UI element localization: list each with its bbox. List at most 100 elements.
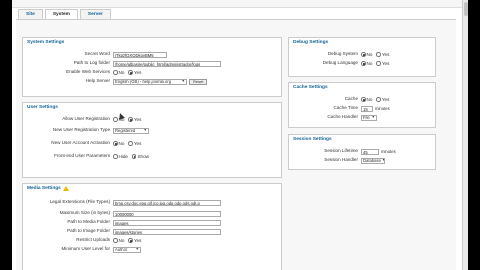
- cache-no[interactable]: No: [361, 97, 372, 102]
- secret-word-row: Secret Word iTkpzfQXQDkoyBM5: [27, 50, 277, 59]
- radio-label: Hide: [118, 154, 128, 159]
- session-handler-label: Session Handler: [324, 157, 358, 163]
- session-handler-value: Database: [363, 158, 381, 163]
- debug-system-no[interactable]: No: [361, 52, 372, 57]
- account-activation-yes[interactable]: Yes: [128, 141, 141, 146]
- radio-button[interactable]: [131, 154, 137, 159]
- help-server-row: Help Server English (GB) - help.joomla.o…: [27, 77, 277, 86]
- log-path-field[interactable]: /home/albasire/public_html/administrador…: [113, 60, 221, 67]
- session-lifetime-unit: minutes: [381, 149, 396, 154]
- tab-site[interactable]: Site: [18, 9, 43, 19]
- debug-settings-box: Debug Settings Debug System No Yes Debug…: [288, 37, 436, 77]
- radio-button[interactable]: [113, 238, 118, 243]
- legal-extensions-row: Legal Extensions (File Types) bmp,csv,do…: [27, 196, 277, 209]
- allow-registration-yes[interactable]: Yes: [128, 117, 141, 122]
- max-size-field[interactable]: 10000000: [113, 210, 221, 217]
- web-services-label: Enable Web Services: [66, 69, 110, 75]
- media-settings-title: Media Settings: [27, 186, 61, 191]
- web-services-yes[interactable]: Yes: [128, 70, 141, 75]
- radio-button[interactable]: [113, 154, 118, 159]
- cache-time-unit: minutes: [375, 106, 390, 111]
- session-handler-select[interactable]: Database▼: [361, 157, 385, 164]
- restrict-uploads-no[interactable]: No: [113, 238, 124, 243]
- web-services-no[interactable]: No: [113, 70, 124, 75]
- max-size-row: Maximum Size (in bytes) 10000000: [27, 209, 277, 218]
- debug-system-label: Debug System: [327, 51, 358, 57]
- cache-yes[interactable]: Yes: [376, 97, 389, 102]
- radio-button[interactable]: [376, 61, 381, 66]
- radio-button[interactable]: [361, 61, 366, 66]
- radio-button[interactable]: [128, 117, 133, 122]
- chevron-down-icon: ▼: [371, 115, 375, 120]
- tab-server[interactable]: Server: [79, 9, 111, 19]
- radio-button[interactable]: [361, 97, 366, 102]
- debug-system-row: Debug System No Yes: [293, 50, 431, 59]
- legal-extensions-field[interactable]: bmp,csv,doc,epg,gif,ico,jpg,odg,odp,ods,…: [113, 199, 221, 206]
- radio-label: Yes: [133, 117, 142, 122]
- warning-icon: [62, 186, 69, 191]
- radio-button[interactable]: [113, 141, 118, 146]
- reset-button[interactable]: Reset: [189, 78, 208, 85]
- debug-system-yes[interactable]: Yes: [376, 52, 389, 57]
- image-folder-field[interactable]: images/stories: [113, 228, 221, 235]
- radio-button[interactable]: [376, 52, 381, 57]
- session-settings-title: Session Settings: [293, 137, 332, 142]
- secret-word-field[interactable]: iTkpzfQXQDkoyBM5: [113, 51, 167, 58]
- scrollbar-thumb[interactable]: [464, 2, 468, 16]
- session-lifetime-label: Session Lifetime: [324, 148, 358, 154]
- cache-time-field[interactable]: 15: [361, 105, 373, 112]
- vertical-scrollbar[interactable]: [462, 0, 468, 270]
- min-user-level-label: Minimum User Level for: [61, 246, 110, 252]
- radio-label: Yes: [133, 70, 142, 75]
- radio-button[interactable]: [113, 70, 118, 75]
- chevron-down-icon: ▼: [143, 128, 147, 133]
- config-tabs: Site System Server: [18, 9, 111, 19]
- radio-label: No: [366, 52, 373, 57]
- min-user-level-select[interactable]: Author ▼: [113, 246, 141, 253]
- frontend-params-hide[interactable]: Hide: [113, 154, 128, 159]
- min-user-level-row: Minimum User Level for Author ▼: [27, 245, 277, 254]
- debug-language-label: Debug Language: [322, 60, 358, 66]
- cache-settings-title: Cache Settings: [293, 85, 328, 90]
- tab-system[interactable]: System: [44, 9, 78, 19]
- media-settings-legend: Media Settings: [27, 186, 69, 191]
- new-user-type-select[interactable]: Registered ▼: [113, 127, 149, 134]
- radio-button[interactable]: [376, 97, 381, 102]
- session-settings-box: Session Settings Session Lifetime 45 min…: [288, 134, 436, 170]
- radio-button[interactable]: [128, 238, 133, 243]
- chevron-down-icon: ▼: [181, 79, 185, 84]
- frontend-params-show[interactable]: Show: [131, 154, 149, 159]
- account-activation-no[interactable]: No: [113, 141, 124, 146]
- radio-label: Show: [137, 154, 149, 159]
- help-server-select[interactable]: English (GB) - help.joomla.org ▼: [113, 78, 187, 85]
- new-user-type-label: New User Registration Type: [52, 127, 110, 133]
- restrict-uploads-yes[interactable]: Yes: [128, 238, 141, 243]
- cache-handler-select[interactable]: File ▼: [361, 114, 377, 121]
- legal-extensions-label: Legal Extensions (File Types): [49, 199, 110, 205]
- media-folder-field[interactable]: images: [113, 219, 221, 226]
- user-settings-box: User Settings Allow User Registration No…: [22, 102, 282, 178]
- web-services-row: Enable Web Services No Yes: [27, 68, 277, 77]
- max-size-label: Maximum Size (in bytes): [59, 210, 110, 216]
- radio-label: Yes: [381, 52, 390, 57]
- log-path-row: Path to Log folder /home/albasire/public…: [27, 59, 277, 68]
- debug-language-no[interactable]: No: [361, 61, 372, 66]
- radio-button[interactable]: [361, 52, 366, 57]
- frontend-params-label: Front-end User Parameters: [54, 153, 110, 159]
- session-lifetime-field[interactable]: 45: [361, 148, 379, 155]
- restrict-uploads-row: Restrict Uploads No Yes: [27, 236, 277, 245]
- radio-button[interactable]: [113, 117, 118, 122]
- cache-handler-label: Cache Handler: [327, 114, 358, 120]
- radio-label: No: [366, 61, 373, 66]
- new-user-type-row: New User Registration Type Registered ▼: [27, 124, 277, 137]
- radio-label: No: [118, 141, 125, 146]
- toolbar-strip: [12, 0, 468, 8]
- help-server-label: Help Server: [85, 78, 110, 84]
- cache-handler-value: File: [363, 115, 370, 120]
- debug-language-yes[interactable]: Yes: [376, 61, 389, 66]
- radio-label: Yes: [133, 238, 142, 243]
- chevron-down-icon: ▼: [135, 247, 139, 252]
- user-settings-title: User Settings: [27, 105, 58, 110]
- radio-button[interactable]: [128, 141, 133, 146]
- radio-button[interactable]: [128, 70, 133, 75]
